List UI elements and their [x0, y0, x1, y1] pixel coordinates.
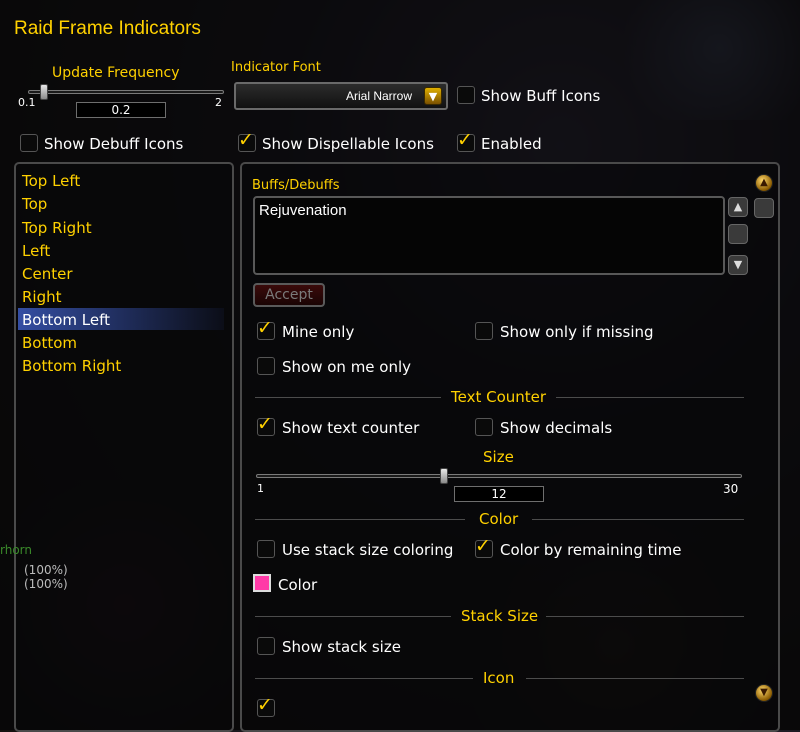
- position-item-right[interactable]: Right: [22, 288, 62, 306]
- use-stack-size-coloring-label: Use stack size coloring: [282, 541, 454, 559]
- size-min: 1: [257, 482, 264, 495]
- icon-header: Icon: [483, 669, 515, 687]
- icon-checkbox-partial[interactable]: ✓: [257, 694, 275, 717]
- text-counter-divider-right: [556, 397, 744, 398]
- text-counter-divider-left: [255, 397, 441, 398]
- color-by-remaining-time-label: Color by remaining time: [500, 541, 682, 559]
- position-item-bottom-left[interactable]: Bottom Left: [22, 311, 110, 329]
- position-item-left[interactable]: Left: [22, 242, 50, 260]
- color-swatch[interactable]: [253, 574, 271, 592]
- text-counter-header: Text Counter: [451, 388, 547, 406]
- scroll-up-icon[interactable]: ▲: [755, 174, 773, 192]
- enabled-label: Enabled: [481, 135, 542, 153]
- position-item-top[interactable]: Top: [22, 195, 47, 213]
- update-frequency-label: Update Frequency: [52, 65, 180, 81]
- indicator-font-selected: Arial Narrow: [345, 89, 412, 103]
- show-text-counter-checkbox[interactable]: ✓: [257, 413, 275, 436]
- background-unit-health-2: (100%): [24, 577, 68, 591]
- icon-divider-right: [526, 678, 744, 679]
- stack-size-header: Stack Size: [461, 607, 539, 625]
- update-frequency-max: 2: [215, 96, 222, 109]
- mine-only-checkbox[interactable]: ✓: [257, 317, 275, 340]
- raid-frame-indicators-window: Raid Frame Indicators Update Frequency 0…: [0, 0, 800, 732]
- buffs-debuffs-label: Buffs/Debuffs: [252, 178, 340, 193]
- show-only-if-missing-label: Show only if missing: [500, 323, 654, 341]
- show-buff-icons-checkbox[interactable]: [457, 86, 475, 104]
- size-slider[interactable]: [256, 474, 742, 478]
- show-on-me-only-label: Show on me only: [282, 358, 412, 376]
- show-text-counter-label: Show text counter: [282, 419, 420, 437]
- enabled-checkbox[interactable]: ✓: [457, 129, 475, 152]
- color-header: Color: [479, 510, 519, 528]
- indicator-font-label: Indicator Font: [231, 60, 321, 75]
- stack-size-divider-left: [255, 616, 451, 617]
- show-dispellable-icons-label: Show Dispellable Icons: [262, 135, 434, 153]
- show-buff-icons-label: Show Buff Icons: [481, 87, 601, 105]
- color-divider-left: [255, 519, 465, 520]
- position-item-bottom-right[interactable]: Bottom Right: [22, 357, 121, 375]
- buffs-debuffs-input[interactable]: Rejuvenation: [253, 196, 725, 275]
- window-title: Raid Frame Indicators: [14, 18, 201, 39]
- scroll-down-icon[interactable]: ▼: [755, 684, 773, 702]
- update-frequency-slider-thumb[interactable]: [40, 84, 48, 100]
- show-dispellable-icons-checkbox[interactable]: ✓: [238, 129, 256, 152]
- color-label: Color: [278, 576, 318, 594]
- stack-size-divider-right: [546, 616, 744, 617]
- position-item-top-left[interactable]: Top Left: [22, 172, 80, 190]
- scroll-up-icon[interactable]: ▲: [728, 197, 748, 217]
- checkmark-icon: ✓: [238, 129, 254, 151]
- background-unit-health-1: (100%): [24, 563, 68, 577]
- show-stack-size-label: Show stack size: [282, 638, 401, 656]
- buffs-debuffs-text: Rejuvenation: [259, 202, 347, 219]
- update-frequency-value-input[interactable]: 0.2: [76, 102, 166, 118]
- size-max: 30: [723, 482, 739, 496]
- checkmark-icon: ✓: [257, 694, 273, 716]
- mine-only-label: Mine only: [282, 323, 355, 341]
- checkmark-icon: ✓: [457, 129, 473, 151]
- accept-button[interactable]: Accept: [253, 283, 325, 307]
- icon-divider-left: [255, 678, 473, 679]
- show-stack-size-checkbox[interactable]: [257, 637, 275, 655]
- show-debuff-icons-label: Show Debuff Icons: [44, 135, 184, 153]
- scroll-thumb[interactable]: [754, 198, 774, 218]
- position-item-bottom[interactable]: Bottom: [22, 334, 77, 352]
- size-value-input[interactable]: 12: [454, 486, 544, 502]
- show-decimals-label: Show decimals: [500, 419, 613, 437]
- color-by-remaining-time-checkbox[interactable]: ✓: [475, 535, 493, 558]
- color-divider-right: [532, 519, 744, 520]
- size-slider-thumb[interactable]: [440, 468, 448, 484]
- show-decimals-checkbox[interactable]: [475, 418, 493, 436]
- update-frequency-slider[interactable]: [28, 90, 224, 94]
- position-item-center[interactable]: Center: [22, 265, 73, 283]
- chevron-down-icon[interactable]: ▼: [424, 87, 442, 105]
- scroll-thumb[interactable]: [728, 224, 748, 244]
- scroll-down-icon[interactable]: ▼: [728, 255, 748, 275]
- size-label: Size: [483, 448, 514, 466]
- show-only-if-missing-checkbox[interactable]: [475, 322, 493, 340]
- position-item-top-right[interactable]: Top Right: [22, 219, 92, 237]
- update-frequency-min: 0.1: [18, 96, 36, 109]
- checkmark-icon: ✓: [257, 317, 273, 339]
- use-stack-size-coloring-checkbox[interactable]: [257, 540, 275, 558]
- show-debuff-icons-checkbox[interactable]: [20, 134, 38, 152]
- background-unit-name: rhorn: [0, 543, 32, 557]
- show-on-me-only-checkbox[interactable]: [257, 357, 275, 375]
- checkmark-icon: ✓: [475, 535, 491, 557]
- checkmark-icon: ✓: [257, 413, 273, 435]
- indicator-font-dropdown[interactable]: Arial Narrow ▼: [234, 82, 448, 110]
